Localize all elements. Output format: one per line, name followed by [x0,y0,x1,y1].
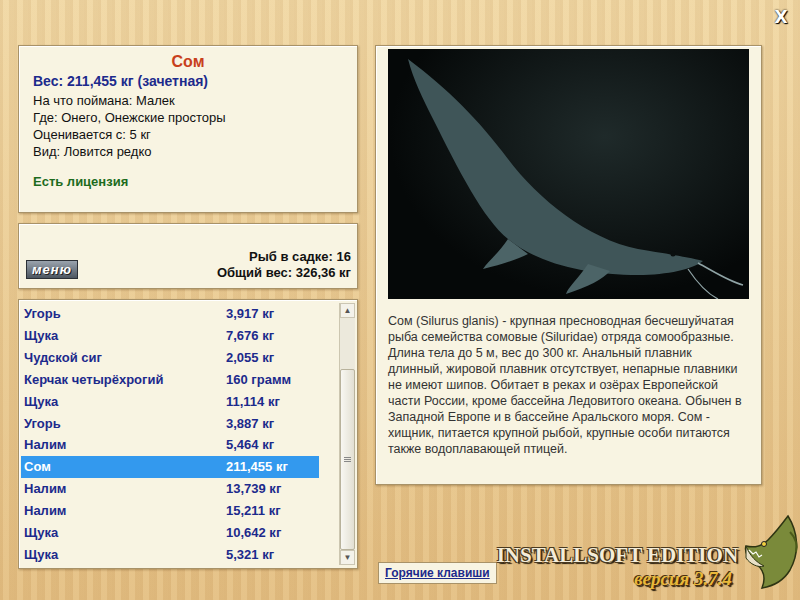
fish-row[interactable]: Керчак четырёхрогий160 грамм [21,368,319,390]
title-bar: X [0,0,800,45]
fish-detail: Оценивается с: 5 кг [33,126,343,143]
fish-name: Налим [24,437,226,452]
fish-name: Угорь [24,306,226,321]
fish-row[interactable]: Угорь3,887 кг [21,412,319,434]
logo-version: версия 3.7.4 [634,568,732,590]
fish-name: Щука [24,328,226,343]
fish-photo [388,49,749,299]
fish-detail: Вид: Ловится редко [33,143,343,160]
keepnet-summary: Рыб в садке: 16Общий вес: 326,36 кг [217,249,351,281]
fish-row-weight: 7,676 кг [226,328,274,343]
fish-list: Угорь3,917 кгЩука7,676 кгЧудской сиг2,05… [21,303,339,565]
grip-icon [344,457,351,463]
fish-row[interactable]: Налим5,464 кг [21,434,319,456]
fish-name: Налим [24,503,226,518]
fish-row-weight: 160 грамм [226,372,291,387]
logo-text: INSTALLSOFT EDITIONверсия 3.7.4 [497,543,738,590]
fish-name: Щука [24,547,226,562]
scroll-up-icon[interactable]: ▲ [340,303,355,318]
keepnet-panel: меню Рыб в садке: 16Общий вес: 326,36 кг [18,223,358,289]
fish-row[interactable]: Щука10,642 кг [21,521,319,543]
fish-row[interactable]: Налим15,211 кг [21,499,319,521]
fish-row-weight: 5,321 кг [226,547,274,562]
fish-title: Сом [33,52,343,72]
fish-name: Щука [24,525,226,540]
total-weight: Общий вес: 326,36 кг [217,265,351,281]
fish-row-weight: 10,642 кг [226,525,281,540]
fish-row[interactable]: Щука11,114 кг [21,390,319,412]
fish-row-weight: 3,917 кг [226,306,274,321]
hotkeys-button[interactable]: Горячие клавиши [378,562,497,584]
fish-name: Керчак четырёхрогий [24,372,226,387]
license-status: Есть лицензия [33,174,343,189]
catch-info-panel: СомВес: 211,455 кг (зачетная) На что пойм… [18,45,358,213]
fish-name: Чудской сиг [24,350,226,365]
fish-list-panel: Угорь3,917 кгЩука7,676 кгЧудской сиг2,05… [18,299,358,569]
description-panel: Сом (Silurus glanis) - крупная пресновод… [375,45,762,485]
bottom-bar: Горячие клавишиINSTALLSOFT EDITIONверсия… [375,485,762,600]
fish-row[interactable]: Сом211,455 кг [21,456,319,478]
fish-row-weight: 2,055 кг [226,350,274,365]
fish-row[interactable]: Угорь3,917 кг [21,303,319,325]
fish-row-weight: 13,739 кг [226,481,281,496]
pike-icon [740,512,800,590]
fish-row-weight: 15,211 кг [226,503,281,518]
fish-detail: На что поймана: Малек [33,92,343,109]
fish-row-weight: 11,114 кг [226,394,280,409]
fish-detail: Где: Онего, Онежские просторы [33,109,343,126]
scroll-thumb[interactable] [340,369,355,550]
fish-name: Щука [24,394,226,409]
fish-name: Угорь [24,416,226,431]
fish-row[interactable]: Щука7,676 кг [21,325,319,347]
fish-row-weight: 211,455 кг [226,459,288,474]
right-column: Сом (Silurus glanis) - крупная пресновод… [375,45,762,600]
fish-count: Рыб в садке: 16 [217,249,351,265]
menu-button[interactable]: меню [26,260,78,279]
edition-logo: INSTALLSOFT EDITIONверсия 3.7.4 [497,512,800,590]
catfish-icon [388,49,750,299]
scroll-down-icon[interactable]: ▼ [340,550,355,565]
fish-description: Сом (Silurus glanis) - крупная пресновод… [388,313,749,457]
logo-title: INSTALLSOFT EDITION [497,543,738,568]
fish-name: Сом [24,459,226,474]
fish-row-weight: 5,464 кг [226,437,274,452]
content: СомВес: 211,455 кг (зачетная)На что пойм… [0,45,800,600]
fish-row[interactable]: Чудской сиг2,055 кг [21,347,319,369]
fish-row[interactable]: Налим13,739 кг [21,478,319,500]
fish-row[interactable]: Щука5,321 кг [21,543,319,565]
scroll-track[interactable] [340,318,355,550]
close-button[interactable]: X [770,6,792,28]
fish-weight: Вес: 211,455 кг (зачетная) [33,72,343,90]
fish-row-weight: 3,887 кг [226,416,274,431]
left-column: СомВес: 211,455 кг (зачетная)На что пойм… [18,45,358,600]
scrollbar[interactable]: ▲▼ [339,303,355,565]
fish-name: Налим [24,481,226,496]
